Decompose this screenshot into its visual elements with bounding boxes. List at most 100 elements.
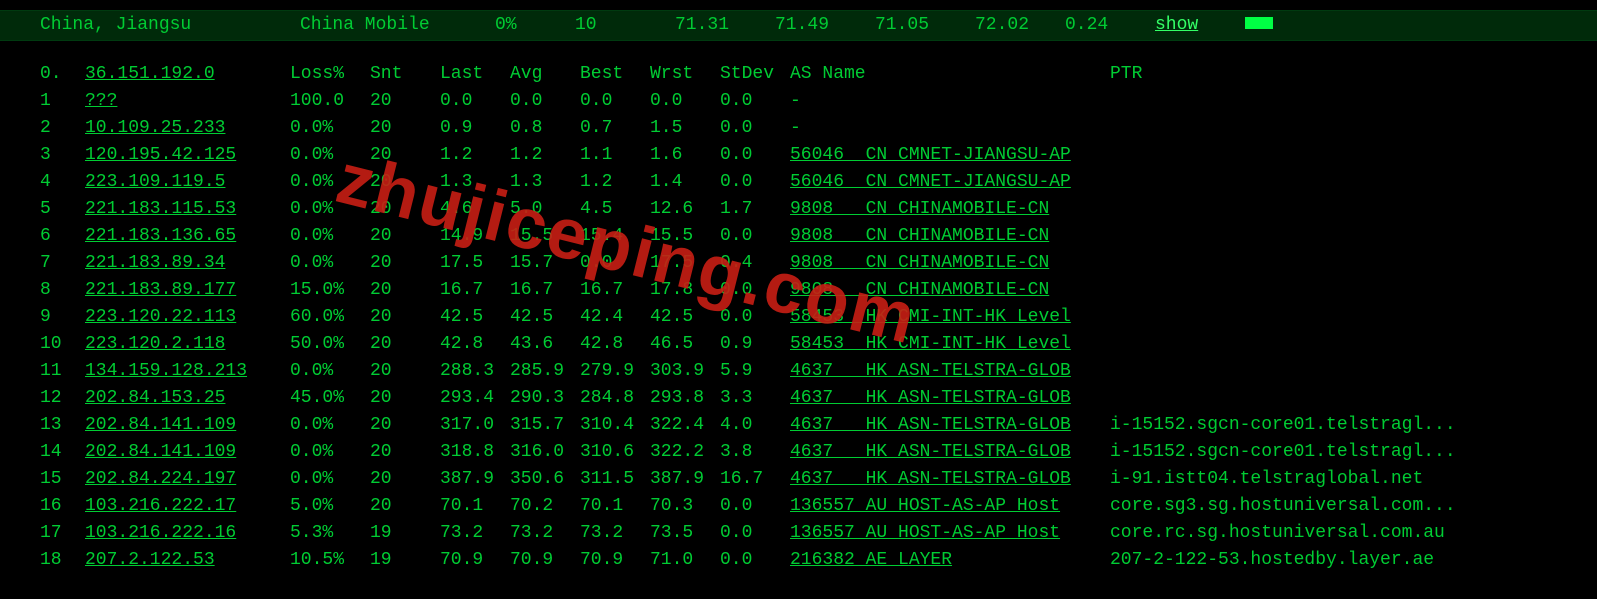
hop-ip[interactable]: ??? [85, 88, 290, 115]
hop-avg: 16.7 [510, 277, 580, 304]
hop-ip[interactable]: 103.216.222.17 [85, 493, 290, 520]
hop-stdev: 0.0 [720, 142, 790, 169]
hop-stdev: 4.0 [720, 412, 790, 439]
hop-avg: 285.9 [510, 358, 580, 385]
hop-ip[interactable]: 223.109.119.5 [85, 169, 290, 196]
hop-ip[interactable]: 207.2.122.53 [85, 547, 290, 574]
hop-best: 16.7 [580, 277, 650, 304]
hop-stdev: 0.9 [720, 331, 790, 358]
hop-avg: 70.9 [510, 547, 580, 574]
hop-as[interactable]: 56046 CN CMNET-JIANGSU-AP [790, 169, 1110, 196]
hop-as[interactable]: 58453 HK CMI-INT-HK Level [790, 304, 1110, 331]
hop-as[interactable]: 4637 HK ASN-TELSTRA-GLOB [790, 439, 1110, 466]
hop-as[interactable]: 56046 CN CMNET-JIANGSU-AP [790, 142, 1110, 169]
hop-avg: 0.8 [510, 115, 580, 142]
hop-as[interactable]: 9808 CN CHINAMOBILE-CN [790, 223, 1110, 250]
hop-ip[interactable]: 103.216.222.16 [85, 520, 290, 547]
hop-last: 70.9 [440, 547, 510, 574]
hop-index: 11 [0, 358, 85, 385]
col-wrst: Wrst [650, 61, 720, 88]
col-stdev: StDev [720, 61, 790, 88]
hop-as[interactable]: 4637 HK ASN-TELSTRA-GLOB [790, 412, 1110, 439]
hop-snt: 20 [370, 331, 440, 358]
summary-avg: 71.49 [775, 12, 875, 39]
hop-ip[interactable]: 202.84.141.109 [85, 412, 290, 439]
hop-last: 293.4 [440, 385, 510, 412]
hop-index: 12 [0, 385, 85, 412]
hop-best: 311.5 [580, 466, 650, 493]
hop-ip[interactable]: 223.120.2.118 [85, 331, 290, 358]
hop-stdev: 0.0 [720, 115, 790, 142]
hop-as[interactable]: 136557 AU HOST-AS-AP Host [790, 520, 1110, 547]
hop-best: 0.7 [580, 115, 650, 142]
bar-indicator [1245, 12, 1285, 39]
hop-best: 284.8 [580, 385, 650, 412]
location: China, Jiangsu [0, 12, 300, 39]
hop-ip[interactable]: 221.183.136.65 [85, 223, 290, 250]
hop-row: 11134.159.128.2130.0%20288.3285.9279.930… [0, 358, 1597, 385]
col-ip[interactable]: 36.151.192.0 [85, 61, 290, 88]
hop-best: 1.1 [580, 142, 650, 169]
hop-snt: 20 [370, 493, 440, 520]
hop-best: 42.4 [580, 304, 650, 331]
hop-wrst: 42.5 [650, 304, 720, 331]
hop-row: 3120.195.42.1250.0%201.21.21.11.60.05604… [0, 142, 1597, 169]
hop-ip[interactable]: 221.183.89.177 [85, 277, 290, 304]
hop-index: 10 [0, 331, 85, 358]
hop-as[interactable]: 9808 CN CHINAMOBILE-CN [790, 250, 1110, 277]
hop-ip[interactable]: 10.109.25.233 [85, 115, 290, 142]
hop-index: 1 [0, 88, 85, 115]
hop-as[interactable]: 4637 HK ASN-TELSTRA-GLOB [790, 358, 1110, 385]
hop-wrst: 71.0 [650, 547, 720, 574]
show-link[interactable]: show [1155, 12, 1245, 39]
hop-ptr: 207-2-122-53.hostedby.layer.ae [1110, 547, 1597, 574]
hop-wrst: 303.9 [650, 358, 720, 385]
hop-index: 8 [0, 277, 85, 304]
hop-ip[interactable]: 202.84.141.109 [85, 439, 290, 466]
hop-last: 16.7 [440, 277, 510, 304]
hop-snt: 20 [370, 304, 440, 331]
hop-as[interactable]: 4637 HK ASN-TELSTRA-GLOB [790, 385, 1110, 412]
hop-best: 4.5 [580, 196, 650, 223]
hop-row: 17103.216.222.165.3%1973.273.273.273.50.… [0, 520, 1597, 547]
hop-snt: 20 [370, 223, 440, 250]
col-idx: 0. [0, 61, 85, 88]
hop-as[interactable]: 9808 CN CHINAMOBILE-CN [790, 277, 1110, 304]
hop-index: 16 [0, 493, 85, 520]
hop-best: 70.1 [580, 493, 650, 520]
hop-snt: 20 [370, 277, 440, 304]
hop-as[interactable]: 136557 AU HOST-AS-AP Host [790, 493, 1110, 520]
hop-snt: 20 [370, 439, 440, 466]
hop-ip[interactable]: 134.159.128.213 [85, 358, 290, 385]
hop-row: 210.109.25.2330.0%200.90.80.71.50.0- [0, 115, 1597, 142]
hop-stdev: 0.0 [720, 169, 790, 196]
hop-ip[interactable]: 223.120.22.113 [85, 304, 290, 331]
hop-wrst: 1.6 [650, 142, 720, 169]
hop-as[interactable]: 216382 AE LAYER [790, 547, 1110, 574]
hop-wrst: 0.0 [650, 88, 720, 115]
hop-ip[interactable]: 202.84.153.25 [85, 385, 290, 412]
col-last: Last [440, 61, 510, 88]
hop-as[interactable]: 4637 HK ASN-TELSTRA-GLOB [790, 466, 1110, 493]
hop-ptr: i-91.istt04.telstraglobal.net [1110, 466, 1597, 493]
hop-row: 12202.84.153.2545.0%20293.4290.3284.8293… [0, 385, 1597, 412]
col-best: Best [580, 61, 650, 88]
hop-avg: 15.7 [510, 250, 580, 277]
hop-ip[interactable]: 120.195.42.125 [85, 142, 290, 169]
isp: China Mobile [300, 12, 495, 39]
hop-best: 310.4 [580, 412, 650, 439]
hop-as: - [790, 88, 1110, 115]
hop-row: 7221.183.89.340.0%2017.515.70.017.50.498… [0, 250, 1597, 277]
hop-row: 6221.183.136.650.0%2014.915.515.415.50.0… [0, 223, 1597, 250]
hop-loss: 0.0% [290, 223, 370, 250]
hop-ip[interactable]: 202.84.224.197 [85, 466, 290, 493]
hop-as[interactable]: 58453 HK CMI-INT-HK Level [790, 331, 1110, 358]
hop-stdev: 3.8 [720, 439, 790, 466]
hop-ip[interactable]: 221.183.115.53 [85, 196, 290, 223]
hop-avg: 350.6 [510, 466, 580, 493]
hop-ip[interactable]: 221.183.89.34 [85, 250, 290, 277]
hop-row: 5221.183.115.530.0%204.65.04.512.61.7980… [0, 196, 1597, 223]
hop-loss: 10.5% [290, 547, 370, 574]
hop-as[interactable]: 9808 CN CHINAMOBILE-CN [790, 196, 1110, 223]
hop-last: 17.5 [440, 250, 510, 277]
